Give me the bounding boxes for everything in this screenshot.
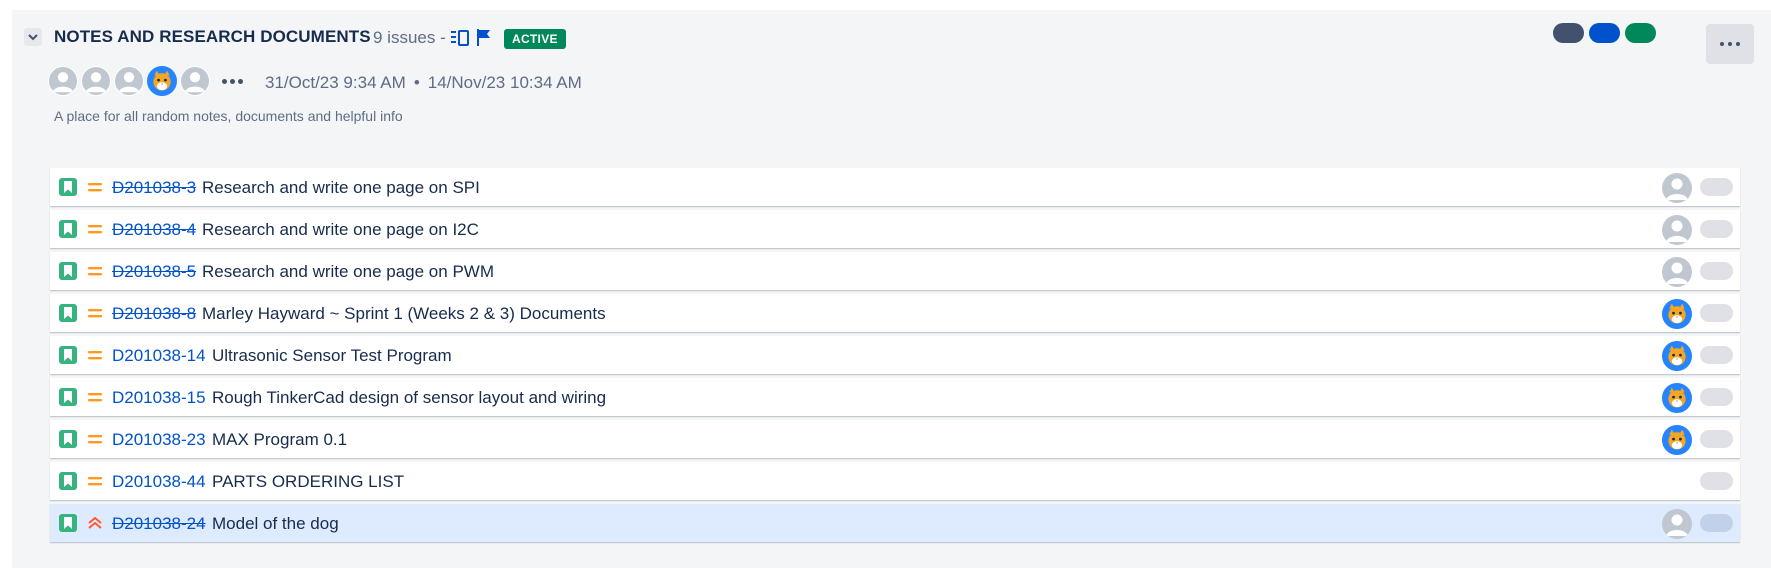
estimate-pill[interactable]: [1700, 472, 1733, 490]
estimate-pill[interactable]: [1700, 220, 1733, 238]
cat-avatar-icon[interactable]: [147, 66, 177, 96]
priority-highest-icon: [87, 515, 103, 531]
estimate-pill[interactable]: [1700, 346, 1733, 364]
issue-row[interactable]: D201038-14 Ultrasonic Sensor Test Program: [50, 336, 1740, 374]
issue-list: D201038-3 Research and write one page on …: [50, 168, 1740, 546]
priority-medium-icon: [87, 221, 103, 237]
more-actions-button[interactable]: [1706, 24, 1754, 64]
priority-medium-icon: [87, 389, 103, 405]
chevron-down-icon: [28, 34, 38, 41]
issue-row[interactable]: D201038-4 Research and write one page on …: [50, 210, 1740, 248]
priority-medium-icon: [87, 179, 103, 195]
issue-row[interactable]: D201038-24 Model of the dog: [50, 504, 1740, 542]
default-avatar-icon[interactable]: [81, 66, 111, 96]
issue-row[interactable]: D201038-3 Research and write one page on …: [50, 168, 1740, 206]
issue-row[interactable]: D201038-15 Rough TinkerCad design of sens…: [50, 378, 1740, 416]
priority-medium-icon: [87, 347, 103, 363]
estimate-pill[interactable]: [1700, 430, 1733, 448]
cat-avatar-icon[interactable]: [1662, 299, 1692, 329]
sprint-title: NOTES AND RESEARCH DOCUMENTS: [54, 27, 371, 46]
default-avatar-icon[interactable]: [1662, 173, 1692, 203]
issue-key-link[interactable]: D201038-15: [112, 388, 206, 408]
story-icon: [59, 430, 77, 448]
issue-key-link[interactable]: D201038-14: [112, 346, 206, 366]
issue-summary: Model of the dog: [212, 514, 339, 533]
flag-icon[interactable]: [477, 29, 491, 46]
color-pill-green: [1625, 23, 1656, 43]
cat-avatar-icon[interactable]: [1662, 425, 1692, 455]
estimate-pill[interactable]: [1700, 514, 1733, 532]
status-badge: ACTIVE: [504, 29, 566, 49]
issue-summary: Marley Hayward ~ Sprint 1 (Weeks 2 & 3) …: [202, 304, 606, 323]
story-icon: [59, 262, 77, 280]
issue-key-link[interactable]: D201038-4: [112, 220, 196, 240]
default-avatar-icon[interactable]: [1662, 215, 1692, 245]
story-icon: [59, 346, 77, 364]
default-avatar-icon[interactable]: [180, 66, 210, 96]
issue-key-link[interactable]: D201038-24: [112, 514, 206, 534]
participant-avatars: [48, 66, 245, 96]
issue-count: 9 issues -: [373, 28, 446, 47]
issue-summary: Research and write one page on SPI: [202, 178, 480, 197]
estimate-pill[interactable]: [1700, 304, 1733, 322]
cat-avatar-icon[interactable]: [1662, 383, 1692, 413]
sprint-dates: 31/Oct/23 9:34 AM • 14/Nov/23 10:34 AM: [265, 73, 582, 93]
estimate-pill[interactable]: [1700, 262, 1733, 280]
priority-medium-icon: [87, 473, 103, 489]
issue-key-link[interactable]: D201038-5: [112, 262, 196, 282]
issue-summary: Rough TinkerCad design of sensor layout …: [212, 388, 607, 407]
priority-medium-icon: [87, 305, 103, 321]
cat-avatar-icon[interactable]: [1662, 341, 1692, 371]
default-avatar-icon[interactable]: [1662, 509, 1692, 539]
story-icon: [59, 514, 77, 532]
story-icon: [59, 472, 77, 490]
collapse-toggle-button[interactable]: [24, 28, 42, 46]
default-avatar-icon[interactable]: [114, 66, 144, 96]
default-avatar-icon[interactable]: [1662, 257, 1692, 287]
issue-row[interactable]: D201038-5 Research and write one page on …: [50, 252, 1740, 290]
issue-row[interactable]: D201038-23 MAX Program 0.1: [50, 420, 1740, 458]
story-icon: [59, 304, 77, 322]
issue-summary: MAX Program 0.1: [212, 430, 348, 449]
story-icon: [59, 388, 77, 406]
story-icon: [59, 178, 77, 196]
default-avatar-icon[interactable]: [48, 66, 78, 96]
color-pill-dark: [1553, 23, 1584, 43]
sprint-description: A place for all random notes, documents …: [54, 108, 403, 124]
issue-key-link[interactable]: D201038-23: [112, 430, 206, 450]
issue-summary: Ultrasonic Sensor Test Program: [212, 346, 452, 365]
estimate-pill[interactable]: [1700, 178, 1733, 196]
priority-medium-icon: [87, 431, 103, 447]
color-legend: [1553, 23, 1656, 43]
more-participants-icon[interactable]: [219, 66, 245, 96]
board-icon[interactable]: [451, 30, 469, 46]
story-icon: [59, 220, 77, 238]
start-date: 31/Oct/23 9:34 AM: [265, 73, 406, 92]
end-date: 14/Nov/23 10:34 AM: [427, 73, 582, 92]
ellipsis-icon: [1720, 42, 1724, 46]
color-pill-blue: [1589, 23, 1620, 43]
issue-summary: Research and write one page on I2C: [202, 220, 479, 239]
issue-key-link[interactable]: D201038-44: [112, 472, 206, 492]
issue-row[interactable]: D201038-8 Marley Hayward ~ Sprint 1 (Week…: [50, 294, 1740, 332]
estimate-pill[interactable]: [1700, 388, 1733, 406]
issue-row[interactable]: D201038-44 PARTS ORDERING LIST: [50, 462, 1740, 500]
issue-key-link[interactable]: D201038-3: [112, 178, 196, 198]
priority-medium-icon: [87, 263, 103, 279]
date-separator: •: [413, 73, 420, 92]
issue-key-link[interactable]: D201038-8: [112, 304, 196, 324]
issue-summary: Research and write one page on PWM: [202, 262, 494, 281]
issue-summary: PARTS ORDERING LIST: [212, 472, 405, 491]
